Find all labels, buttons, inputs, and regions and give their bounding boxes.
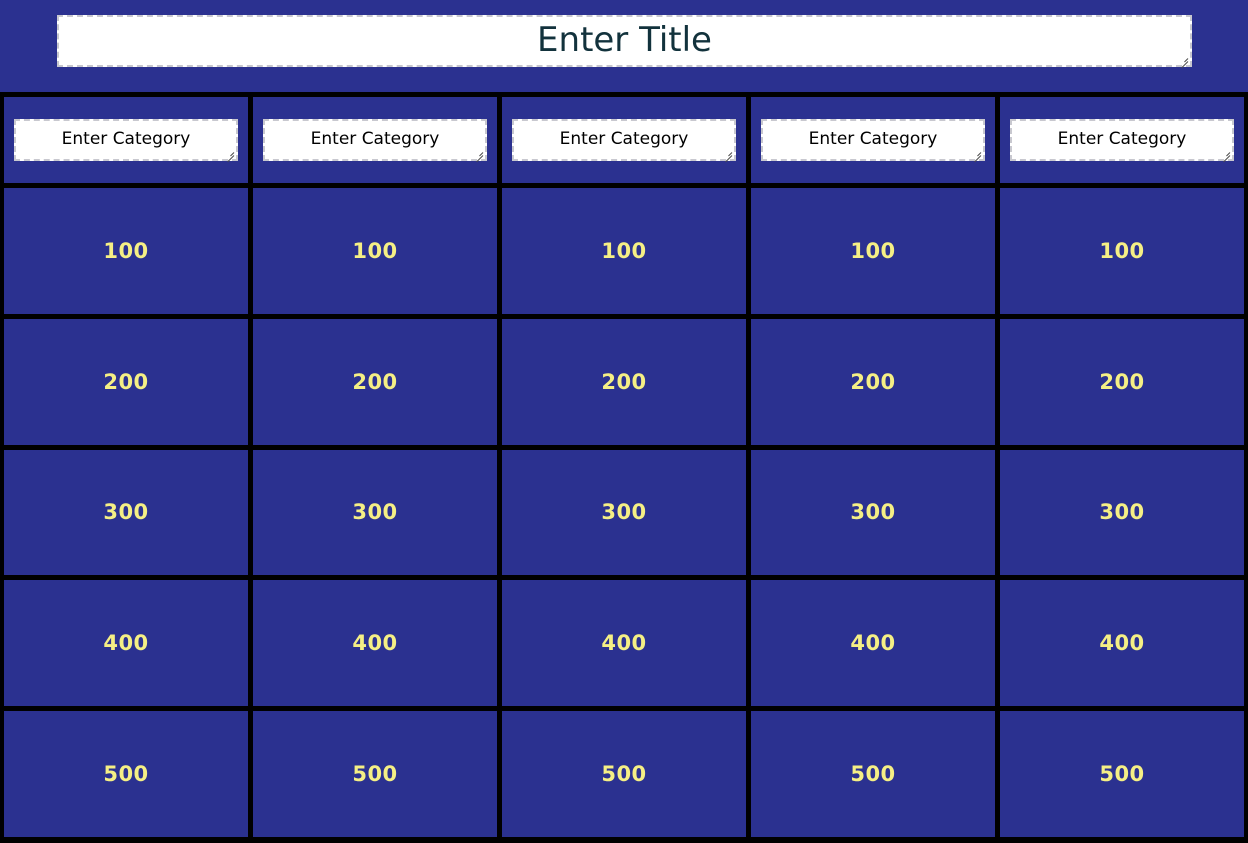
value-cell-c2-r4[interactable]: 400 [253,580,497,707]
value-cell-c3-r3[interactable]: 300 [502,449,746,576]
category-input-1[interactable] [14,119,238,161]
title-field-wrapper [57,15,1192,67]
value-label: 500 [850,762,896,787]
value-cell-c1-r3[interactable]: 300 [4,449,248,576]
category-field-wrapper-5 [1010,119,1234,161]
value-cell-c3-r2[interactable]: 200 [502,318,746,445]
category-field-wrapper-3 [512,119,736,161]
value-cell-c5-r1[interactable]: 100 [1000,188,1244,314]
value-cell-c4-r3[interactable]: 300 [751,449,995,576]
value-cell-c2-r5[interactable]: 500 [253,711,497,837]
title-input[interactable] [57,15,1192,67]
value-cell-c4-r2[interactable]: 200 [751,318,995,445]
value-cell-c3-r4[interactable]: 400 [502,580,746,707]
category-input-5[interactable] [1010,119,1234,161]
value-label: 400 [601,631,647,656]
value-cell-c4-r1[interactable]: 100 [751,188,995,314]
value-cell-c5-r5[interactable]: 500 [1000,711,1244,837]
value-label: 300 [850,500,896,525]
value-label: 300 [1099,500,1145,525]
value-label: 300 [103,500,149,525]
value-label: 200 [850,369,896,394]
value-label: 500 [352,762,398,787]
value-label: 100 [352,238,398,263]
value-label: 500 [601,762,647,787]
value-cell-c2-r1[interactable]: 100 [253,188,497,314]
category-field-wrapper-4 [761,119,985,161]
value-label: 200 [352,369,398,394]
category-cell-4 [751,97,995,183]
category-cell-1 [4,97,248,183]
value-cell-c1-r1[interactable]: 100 [4,188,248,314]
value-cell-c5-r4[interactable]: 400 [1000,580,1244,707]
value-label: 200 [1099,369,1145,394]
value-cell-c3-r5[interactable]: 500 [502,711,746,837]
value-cell-c3-r1[interactable]: 100 [502,188,746,314]
value-label: 300 [352,500,398,525]
value-cell-c1-r5[interactable]: 500 [4,711,248,837]
value-label: 500 [103,762,149,787]
value-cell-c4-r5[interactable]: 500 [751,711,995,837]
category-input-4[interactable] [761,119,985,161]
category-cell-5 [1000,97,1244,183]
category-field-wrapper-1 [14,119,238,161]
value-cell-c2-r3[interactable]: 300 [253,449,497,576]
value-cell-c1-r4[interactable]: 400 [4,580,248,707]
value-cell-c5-r2[interactable]: 200 [1000,318,1244,445]
category-field-wrapper-2 [263,119,487,161]
value-label: 100 [850,238,896,263]
category-cell-2 [253,97,497,183]
category-cell-3 [502,97,746,183]
category-input-3[interactable] [512,119,736,161]
jeopardy-board: 100 100 100 100 100 200 200 200 200 200 [0,0,1248,843]
category-input-2[interactable] [263,119,487,161]
value-label: 400 [352,631,398,656]
value-cell-c2-r2[interactable]: 200 [253,318,497,445]
value-label: 200 [103,369,149,394]
game-grid: 100 100 100 100 100 200 200 200 200 200 [0,92,1248,843]
value-label: 500 [1099,762,1145,787]
value-label: 400 [1099,631,1145,656]
value-cell-c5-r3[interactable]: 300 [1000,449,1244,576]
value-label: 100 [601,238,647,263]
value-label: 100 [1099,238,1145,263]
value-label: 100 [103,238,149,263]
value-label: 400 [850,631,896,656]
value-cell-c1-r2[interactable]: 200 [4,318,248,445]
value-label: 200 [601,369,647,394]
value-label: 300 [601,500,647,525]
value-label: 400 [103,631,149,656]
value-cell-c4-r4[interactable]: 400 [751,580,995,707]
